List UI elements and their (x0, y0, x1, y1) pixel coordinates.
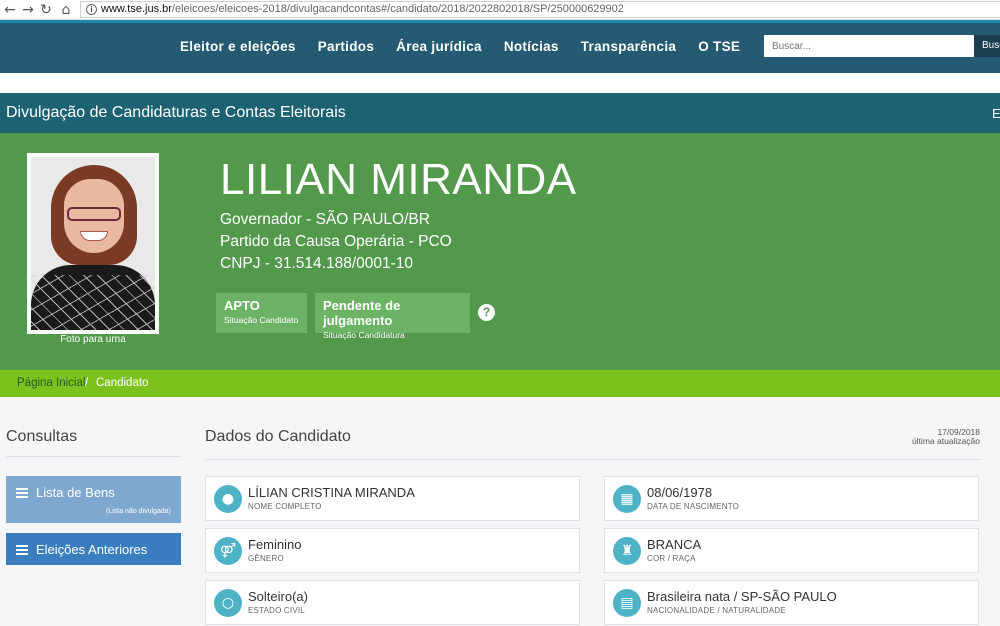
badge-sub: Situação Candidato (224, 315, 299, 325)
sidebar-title: Consultas (6, 428, 78, 445)
gender-icon: ⚤ (214, 537, 242, 565)
status-badge-candidatura: Pendente de julgamento Situação Candidat… (315, 293, 470, 340)
field-label: ESTADO CIVIL (248, 606, 305, 615)
question-mark-icon[interactable]: ? (478, 304, 495, 321)
home-icon[interactable]: ⌂ (58, 2, 74, 18)
button-note: (Lista não divulgada) (106, 508, 171, 515)
field-label: COR / RAÇA (647, 554, 696, 563)
candidate-party: Partido da Causa Operária - PCO (220, 233, 452, 250)
site-info-icon[interactable]: i (86, 4, 97, 15)
forward-arrow-icon[interactable]: → (20, 2, 36, 18)
url-host: www.tse.jus.br (101, 3, 172, 15)
badge-main: APTO (224, 298, 260, 313)
field-label: DATA DE NASCIMENTO (647, 502, 740, 511)
button-label: Lista de Bens (36, 485, 115, 500)
person-icon: ● (214, 485, 242, 513)
nav-o-tse[interactable]: O TSE (698, 39, 740, 54)
ring-icon: ○ (214, 589, 242, 617)
main-divider (205, 459, 980, 460)
field-value: Feminino (248, 537, 302, 552)
nav-eleitor[interactable]: Eleitor e eleições (180, 39, 296, 54)
nav-partidos[interactable]: Partidos (318, 39, 374, 54)
candidate-photo-frame (27, 153, 159, 334)
candidate-office: Governador - SÃO PAULO/BR (220, 211, 430, 228)
map-icon: ▤ (613, 589, 641, 617)
breadcrumb: Página Inicial / Candidato (0, 370, 1000, 397)
reload-icon[interactable]: ↻ (38, 2, 54, 18)
breadcrumb-home[interactable]: Página Inicial (17, 377, 85, 389)
header-spacer (0, 73, 1000, 93)
breadcrumb-separator: / (85, 377, 89, 389)
field-nacionalidade: ▤ Brasileira nata / SP-SÃO PAULO NACIONA… (604, 580, 979, 625)
field-label: NOME COMPLETO (248, 502, 322, 511)
breadcrumb-current: Candidato (96, 377, 149, 389)
url-path: /eleicoes/eleicoes-2018/divulgacandconta… (171, 3, 624, 15)
field-data-nascimento: ▦ 08/06/1978 DATA DE NASCIMENTO (604, 476, 979, 521)
field-value: 08/06/1978 (647, 485, 713, 500)
status-badge-candidato: APTO Situação Candidato (216, 293, 307, 333)
main-title: Dados do Candidato (205, 428, 351, 445)
list-icon (16, 545, 28, 555)
badge-main: Pendente de julgamento (323, 298, 401, 328)
update-label: última atualização (911, 436, 980, 446)
eleicoes-anteriores-button[interactable]: Eleições Anteriores (6, 533, 181, 565)
field-nome-completo: ● LÍLIAN CRISTINA MIRANDA NOME COMPLETO (205, 476, 580, 521)
calendar-icon: ▦ (613, 485, 641, 513)
field-cor-raca: ♜ BRANCA COR / RAÇA (604, 528, 979, 573)
section-title: Divulgação de Candidaturas e Contas Elei… (6, 104, 346, 121)
field-value: Solteiro(a) (248, 589, 308, 604)
field-estado-civil: ○ Solteiro(a) ESTADO CIVIL (205, 580, 580, 625)
field-value: Brasileira nata / SP-SÃO PAULO (647, 589, 837, 604)
field-value: LÍLIAN CRISTINA MIRANDA (248, 485, 415, 500)
address-bar[interactable]: i www.tse.jus.br/eleicoes/eleicoes-2018/… (80, 1, 1000, 18)
top-navigation: Eleitor e eleições Partidos Área jurídic… (0, 20, 1000, 73)
badge-sub: Situação Candidatura (323, 330, 405, 340)
field-genero: ⚤ Feminino GÊNERO (205, 528, 580, 573)
section-header: Divulgação de Candidaturas e Contas Elei… (0, 93, 1000, 133)
candidate-cnpj: CNPJ - 31.514.188/0001-10 (220, 255, 414, 272)
nav-noticias[interactable]: Notícias (504, 39, 559, 54)
nav-area-juridica[interactable]: Área jurídica (396, 39, 482, 54)
candidate-hero: Foto para urna LILIAN MIRANDA Governador… (0, 133, 1000, 370)
candidate-photo (31, 157, 155, 330)
lista-de-bens-button[interactable]: Lista de Bens (Lista não divulgada) (6, 476, 181, 523)
last-update: 17/09/2018 última atualização (880, 428, 980, 446)
browser-toolbar: ← → ↻ ⌂ i www.tse.jus.br/eleicoes/eleico… (0, 0, 1000, 20)
sidebar-divider (6, 456, 181, 457)
button-label: Eleições Anteriores (36, 542, 148, 557)
photo-caption: Foto para urna (60, 334, 126, 345)
section-edge-text[interactable]: E (992, 106, 1000, 121)
race-icon: ♜ (613, 537, 641, 565)
nav-transparencia[interactable]: Transparência (581, 39, 676, 54)
field-label: NACIONALIDADE / NATURALIDADE (647, 606, 786, 615)
field-value: BRANCA (647, 537, 702, 552)
search-button[interactable]: Buscar (974, 35, 1000, 57)
list-icon (16, 488, 28, 498)
field-label: GÊNERO (248, 554, 284, 563)
search-input[interactable] (764, 35, 974, 57)
candidate-name: LILIAN MIRANDA (220, 155, 577, 204)
back-arrow-icon[interactable]: ← (2, 2, 18, 18)
candidate-info: Governador - SÃO PAULO/BR Partido da Cau… (220, 209, 452, 275)
